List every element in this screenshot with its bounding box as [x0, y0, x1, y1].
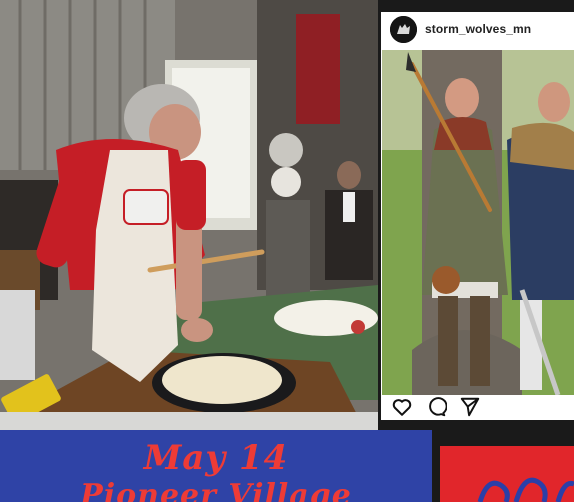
post-photo[interactable]: [382, 50, 574, 395]
comment-button[interactable]: [425, 396, 447, 418]
instagram-post-card: storm_wolves_mn: [381, 12, 574, 420]
event-location: Pioneer Village: [80, 478, 352, 502]
banner-divider: [432, 430, 440, 502]
photo-cooking-demo: [0, 0, 378, 430]
comment-icon: [429, 397, 447, 417]
decorative-graphic: [440, 446, 574, 502]
share-button[interactable]: [459, 396, 481, 418]
like-button[interactable]: [391, 396, 413, 418]
event-banner: May 14 Pioneer Village: [0, 430, 432, 502]
wolf-logo-icon: [390, 16, 417, 43]
red-graphic-panel: [440, 446, 574, 502]
event-date: May 14: [143, 438, 289, 478]
post-username[interactable]: storm_wolves_mn: [425, 22, 531, 36]
heart-icon: [392, 399, 412, 416]
post-header: storm_wolves_mn: [381, 12, 574, 50]
post-actions-bar: [381, 395, 574, 420]
send-icon: [460, 397, 480, 417]
profile-avatar[interactable]: [390, 16, 417, 43]
